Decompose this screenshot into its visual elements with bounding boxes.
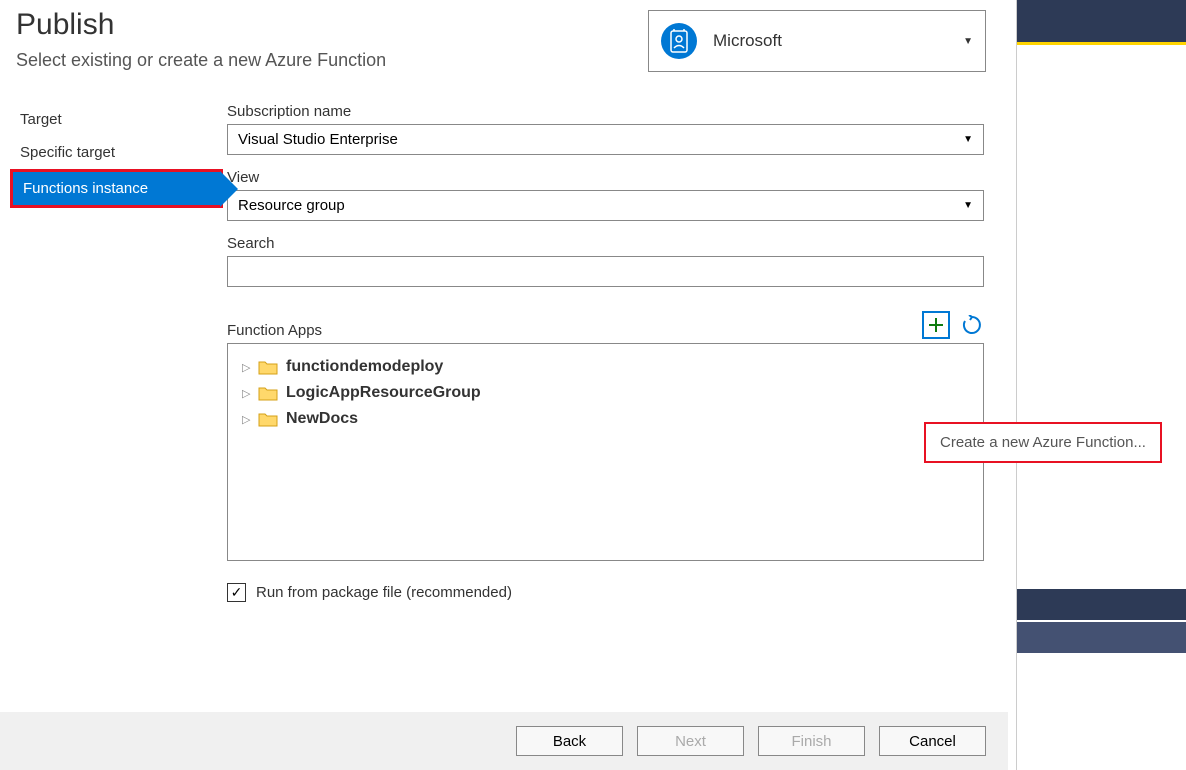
view-field: View Resource group ▼ (227, 169, 984, 221)
back-button[interactable]: Back (516, 726, 623, 756)
cancel-button[interactable]: Cancel (879, 726, 986, 756)
background-accent-line (1017, 42, 1186, 45)
chevron-down-icon: ▼ (963, 36, 973, 47)
refresh-icon (962, 315, 982, 335)
chevron-down-icon: ▼ (963, 200, 973, 211)
background-window-strip (1016, 0, 1186, 770)
dialog-body: Target Specific target Functions instanc… (0, 103, 1008, 602)
expand-icon[interactable]: ▷ (242, 413, 254, 426)
nav-item-target[interactable]: Target (10, 103, 215, 136)
nav-item-specific-target[interactable]: Specific target (10, 136, 215, 169)
run-from-package-label: Run from package file (recommended) (256, 584, 512, 601)
tree-item[interactable]: ▷ NewDocs (242, 406, 969, 432)
form-area: Subscription name Visual Studio Enterpri… (215, 103, 1008, 602)
folder-icon (258, 359, 278, 375)
run-from-package-checkbox[interactable]: ✓ (227, 583, 246, 602)
expand-icon[interactable]: ▷ (242, 387, 254, 400)
tree-item-label: functiondemodeploy (286, 358, 443, 376)
tree-item[interactable]: ▷ LogicAppResourceGroup (242, 380, 969, 406)
function-apps-header: Function Apps (227, 311, 984, 339)
view-label: View (227, 169, 984, 186)
nav-item-functions-instance[interactable]: Functions instance (10, 169, 223, 208)
add-button[interactable] (922, 311, 950, 339)
account-icon (661, 23, 697, 59)
publish-dialog: Publish Select existing or create a new … (0, 0, 1008, 770)
run-from-package-row[interactable]: ✓ Run from package file (recommended) (227, 583, 984, 602)
view-value: Resource group (238, 197, 345, 214)
plus-icon (928, 317, 944, 333)
subscription-value: Visual Studio Enterprise (238, 131, 398, 148)
subscription-field: Subscription name Visual Studio Enterpri… (227, 103, 984, 155)
function-apps-tree[interactable]: ▷ functiondemodeploy ▷ LogicAppResourceG… (227, 343, 984, 561)
search-input[interactable] (227, 256, 984, 287)
wizard-nav: Target Specific target Functions instanc… (0, 103, 215, 602)
background-titlebar (1017, 0, 1186, 42)
expand-icon[interactable]: ▷ (242, 361, 254, 374)
account-name: Microsoft (713, 31, 963, 51)
tree-item-label: NewDocs (286, 410, 358, 428)
background-panel-subheader (1017, 622, 1186, 653)
folder-icon (258, 411, 278, 427)
background-panel-header (1017, 589, 1186, 620)
tree-item[interactable]: ▷ functiondemodeploy (242, 354, 969, 380)
chevron-down-icon: ▼ (963, 134, 973, 145)
folder-icon (258, 385, 278, 401)
account-selector[interactable]: Microsoft ▼ (648, 10, 986, 72)
search-field: Search (227, 235, 984, 287)
finish-button[interactable]: Finish (758, 726, 865, 756)
dialog-footer: Back Next Finish Cancel (0, 712, 1008, 770)
function-apps-label: Function Apps (227, 322, 322, 339)
subscription-dropdown[interactable]: Visual Studio Enterprise ▼ (227, 124, 984, 155)
tree-item-label: LogicAppResourceGroup (286, 384, 481, 402)
view-dropdown[interactable]: Resource group ▼ (227, 190, 984, 221)
search-label: Search (227, 235, 984, 252)
function-apps-actions (922, 311, 984, 339)
next-button[interactable]: Next (637, 726, 744, 756)
refresh-button[interactable] (960, 313, 984, 337)
subscription-label: Subscription name (227, 103, 984, 120)
create-function-tooltip: Create a new Azure Function... (924, 422, 1162, 463)
